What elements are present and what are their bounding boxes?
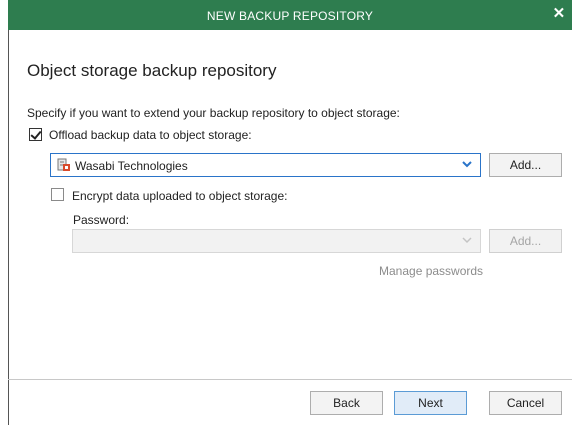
new-backup-repository-dialog: NEW BACKUP REPOSITORY ✕ Object storage b… bbox=[0, 0, 572, 425]
window-border bbox=[8, 30, 9, 425]
dialog-title: NEW BACKUP REPOSITORY bbox=[206, 9, 374, 23]
object-storage-select[interactable]: Wasabi Technologies bbox=[50, 153, 481, 177]
chevron-down-icon[interactable] bbox=[462, 157, 472, 171]
checkmark-icon bbox=[30, 128, 42, 140]
offload-checkbox-label[interactable]: Offload backup data to object storage: bbox=[49, 128, 252, 142]
manage-passwords-link[interactable]: Manage passwords bbox=[379, 264, 483, 278]
page-title: Object storage backup repository bbox=[27, 61, 277, 80]
offload-checkbox[interactable] bbox=[29, 128, 42, 141]
next-button[interactable]: Next bbox=[394, 391, 467, 415]
back-button[interactable]: Back bbox=[310, 391, 383, 415]
encrypt-checkbox[interactable] bbox=[51, 188, 64, 201]
object-storage-select-value: Wasabi Technologies bbox=[75, 159, 188, 173]
cancel-button[interactable]: Cancel bbox=[489, 391, 562, 415]
encrypt-checkbox-label[interactable]: Encrypt data uploaded to object storage: bbox=[72, 189, 287, 203]
password-select[interactable] bbox=[72, 229, 481, 253]
password-label: Password: bbox=[73, 213, 130, 227]
close-icon[interactable]: ✕ bbox=[550, 4, 568, 24]
add-object-storage-button[interactable]: Add... bbox=[489, 153, 562, 177]
add-password-button[interactable]: Add... bbox=[489, 229, 562, 253]
instruction-text: Specify if you want to extend your backu… bbox=[27, 106, 400, 120]
footer-divider bbox=[8, 379, 572, 380]
dialog-titlebar: NEW BACKUP REPOSITORY ✕ bbox=[8, 0, 572, 30]
wasabi-storage-icon bbox=[57, 158, 70, 171]
chevron-down-icon[interactable] bbox=[462, 233, 472, 247]
